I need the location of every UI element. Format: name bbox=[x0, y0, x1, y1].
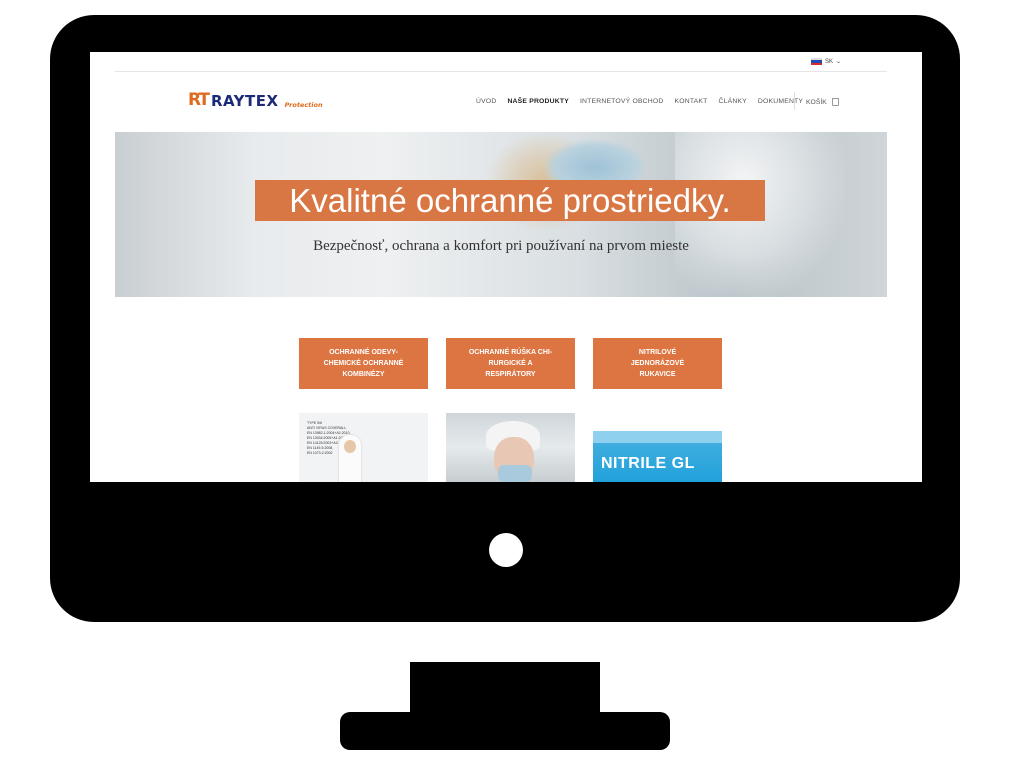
hero-subtitle: Bezpečnosť, ochrana a komfort pri použív… bbox=[313, 238, 689, 254]
category-button-nitrile-gloves[interactable]: NITRILOVÉ JEDNORÁZOVÉ RUKAVICE bbox=[593, 338, 722, 389]
nav-item-nase-produkty[interactable]: NAŠE PRODUKTY bbox=[507, 98, 569, 105]
shopping-bag-icon bbox=[831, 98, 839, 106]
product-image-masks[interactable] bbox=[446, 413, 575, 482]
main-nav: ÚVOD NAŠE PRODUKTY INTERNETOVÝ OBCHOD KO… bbox=[476, 98, 803, 105]
slovak-flag-icon bbox=[810, 58, 822, 65]
nav-divider bbox=[794, 92, 795, 110]
site-logo[interactable]: RT RAYTEX Protection bbox=[188, 92, 323, 109]
nav-item-kontakt[interactable]: KONTAKT bbox=[675, 98, 708, 105]
cart-link[interactable]: KOŠÍK bbox=[806, 98, 839, 106]
category-button-protective-clothing[interactable]: OCHRANNÉ ODEVY- CHEMICKÉ OCHRANNÉ KOMBIN… bbox=[299, 338, 428, 389]
top-bar: SK ⌄ bbox=[115, 52, 887, 72]
language-selector[interactable]: SK ⌄ bbox=[810, 58, 841, 65]
category-button-face-masks[interactable]: OCHRANNÉ RÚŠKA CHI- RURGICKÉ A RESPIRÁTO… bbox=[446, 338, 575, 389]
browser-screen: SK ⌄ RT RAYTEX Protection ÚVOD NAŠE PROD… bbox=[90, 52, 922, 482]
logo-mark: RT bbox=[188, 90, 210, 110]
glove-box-top bbox=[593, 431, 722, 443]
chevron-down-icon: ⌄ bbox=[835, 59, 841, 65]
product-image-gloves[interactable]: NITRILE GL bbox=[593, 413, 722, 482]
hero-banner: Kvalitné ochranné prostriedky. Bezpečnos… bbox=[115, 132, 887, 297]
nav-item-internetovy-obchod[interactable]: INTERNETOVÝ OBCHOD bbox=[580, 98, 664, 105]
nav-item-clanky[interactable]: ČLÁNKY bbox=[719, 98, 747, 105]
nurse-mask bbox=[498, 465, 532, 482]
cart-label: KOŠÍK bbox=[806, 98, 827, 106]
logo-tagline: Protection bbox=[284, 100, 323, 109]
monitor-stand-base bbox=[340, 712, 670, 750]
language-label: SK bbox=[824, 58, 833, 65]
glove-box-label: NITRILE GL bbox=[601, 455, 695, 472]
logo-name: RAYTEX bbox=[210, 92, 279, 110]
hero-title: Kvalitné ochranné prostriedky. bbox=[255, 180, 765, 221]
coverall-head bbox=[344, 440, 356, 453]
nav-item-dokumenty[interactable]: DOKUMENTY bbox=[758, 98, 803, 105]
power-button bbox=[489, 533, 523, 567]
product-image-coverall[interactable]: TYPE 5/6 ANTI VIRUS COVERALL EN 13982-1:… bbox=[299, 413, 428, 482]
nav-item-uvod[interactable]: ÚVOD bbox=[476, 98, 496, 105]
